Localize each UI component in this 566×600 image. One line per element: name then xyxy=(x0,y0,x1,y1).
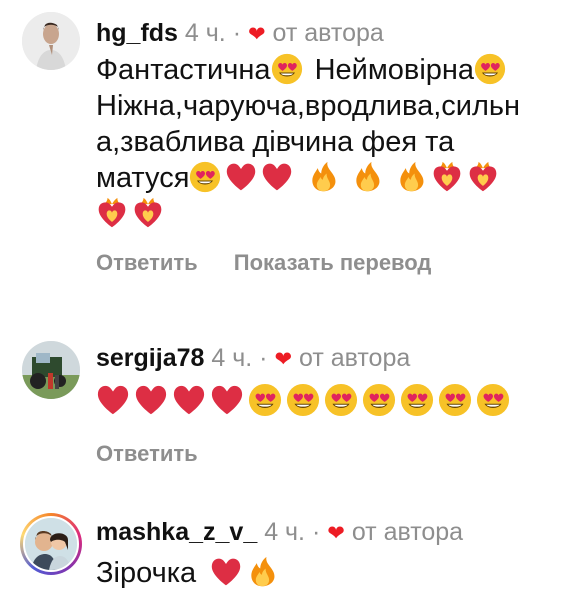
heart-on-fire-emoji xyxy=(132,197,164,229)
fire-emoji xyxy=(307,161,339,193)
comment-text-line: Зірочка xyxy=(96,557,197,589)
separator: · xyxy=(232,19,242,47)
username[interactable]: hg_fds xyxy=(96,19,178,47)
avatar[interactable] xyxy=(22,12,80,70)
avatar-photo xyxy=(25,518,77,570)
heart-icon: ❤ xyxy=(327,522,345,545)
avatar[interactable] xyxy=(22,341,80,399)
red-heart-emoji xyxy=(210,556,242,588)
heart-icon: ❤ xyxy=(274,348,293,371)
avatar-story-ring xyxy=(23,516,79,572)
red-heart-emoji xyxy=(261,161,293,193)
comment-text-line: Неймовірна xyxy=(314,54,475,86)
comment-text-line: а,зваблива дівчина фея та xyxy=(96,126,455,158)
show-translation-button[interactable]: Показать перевод xyxy=(234,250,432,275)
heart-eyes-emoji xyxy=(324,383,358,417)
reply-button[interactable]: Ответить xyxy=(96,441,198,466)
comment-text-line: матуся xyxy=(96,162,190,194)
timestamp: 4 ч. xyxy=(211,344,253,372)
comment-actions: Ответить xyxy=(96,441,552,467)
heart-on-fire-emoji xyxy=(467,161,499,193)
author-label: от автора xyxy=(272,19,384,47)
username[interactable]: sergija78 xyxy=(96,344,204,372)
comment-text-line: Фантастична xyxy=(96,54,271,86)
author-label: от автора xyxy=(351,518,464,546)
heart-eyes-emoji xyxy=(271,53,303,85)
comment-text: Фантастична Неймовірна Ніжна,чаруюча,вро… xyxy=(96,52,552,232)
red-heart-emoji xyxy=(96,383,130,417)
separator: · xyxy=(311,518,321,546)
heart-eyes-emoji xyxy=(286,383,320,417)
reply-button[interactable]: Ответить xyxy=(96,250,198,275)
comment-meta: mashka_z_v_ 4 ч. · ❤ от автора xyxy=(96,517,552,549)
avatar-photo xyxy=(22,341,80,399)
heart-eyes-emoji xyxy=(474,53,506,85)
heart-eyes-emoji xyxy=(476,383,510,417)
heart-on-fire-emoji xyxy=(431,161,463,193)
timestamp: 4 ч. xyxy=(184,19,226,47)
heart-eyes-emoji xyxy=(189,161,221,193)
red-heart-emoji xyxy=(225,161,257,193)
heart-eyes-emoji xyxy=(438,383,472,417)
username[interactable]: mashka_z_v_ xyxy=(96,518,257,546)
heart-on-fire-emoji xyxy=(96,197,128,229)
avatar-photo xyxy=(22,12,80,70)
fire-emoji xyxy=(395,161,427,193)
red-heart-emoji xyxy=(134,383,168,417)
heart-eyes-emoji xyxy=(400,383,434,417)
comment-text-line: Ніжна,чаруюча,вродлива,сильн xyxy=(96,90,521,122)
avatar[interactable] xyxy=(20,513,82,575)
heart-icon: ❤ xyxy=(247,23,266,46)
timestamp: 4 ч. xyxy=(264,518,306,546)
comment-text xyxy=(96,383,552,421)
comment-actions: Ответить Показать перевод xyxy=(96,250,552,276)
red-heart-emoji xyxy=(210,383,244,417)
fire-emoji xyxy=(351,161,383,193)
red-heart-emoji xyxy=(172,383,206,417)
comment-meta: sergija78 4 ч. · ❤ от автора xyxy=(96,343,552,375)
author-label: от автора xyxy=(299,344,411,372)
heart-eyes-emoji xyxy=(248,383,282,417)
heart-eyes-emoji xyxy=(362,383,396,417)
separator: · xyxy=(259,344,268,372)
fire-emoji xyxy=(246,556,278,588)
comment-text: Зірочка xyxy=(96,555,552,591)
comment-meta: hg_fds 4 ч. · ❤ от автора xyxy=(96,18,552,50)
